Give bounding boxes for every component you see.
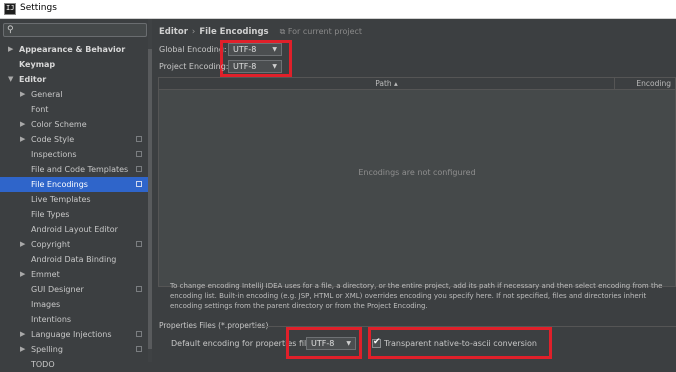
highlight-box [286, 327, 362, 359]
project-encoding-select[interactable]: UTF-8 ▼ [228, 60, 282, 73]
sidebar-item-appearance-behavior[interactable]: ▶ Appearance & Behavior [0, 42, 148, 57]
project-scope-icon [136, 166, 142, 172]
sidebar-item-label: File and Code Templates [31, 165, 129, 174]
chevron-right-icon[interactable]: ▶ [20, 342, 25, 357]
search-input[interactable]: ⚲ [3, 23, 147, 37]
sidebar-item-label: Keymap [19, 60, 56, 69]
sidebar-item-file-types[interactable]: File Types [0, 207, 148, 222]
breadcrumb: Editor › File Encodings ⧉ For current proj… [159, 27, 362, 37]
project-scope-icon [136, 286, 142, 292]
sidebar-item-intentions[interactable]: Intentions [0, 312, 148, 327]
sidebar-item-label: Emmet [31, 270, 60, 279]
project-icon: ⧉ [279, 27, 286, 36]
sidebar-item-label: Code Style [31, 135, 75, 144]
sidebar-item-label: File Encodings [31, 180, 88, 189]
sidebar-item-editor[interactable]: ▼ Editor [0, 72, 148, 87]
sidebar-item-label: General [31, 90, 63, 99]
search-icon: ⚲ [7, 25, 14, 35]
breadcrumb-separator: › [191, 27, 196, 37]
sidebar-item-label: Images [31, 300, 61, 309]
title-bar: IJ Settings [0, 0, 676, 19]
project-scope: ⧉ For current project [280, 27, 362, 36]
sidebar-item-general[interactable]: ▶ General [0, 87, 148, 102]
sidebar-item-android-data-binding[interactable]: Android Data Binding [0, 252, 148, 267]
app-icon: IJ [4, 3, 16, 15]
settings-sidebar: ⚲ ▶ Appearance & Behavior Keymap ▼ Editor ▶ Ge… [0, 19, 151, 369]
chevron-right-icon[interactable]: ▶ [20, 87, 25, 102]
chevron-right-icon[interactable]: ▶ [20, 132, 25, 147]
sidebar-item-label: TODO [31, 360, 55, 369]
chevron-down-icon[interactable]: ▼ [8, 72, 13, 87]
encoding-column-header[interactable]: Encoding [614, 78, 675, 89]
chevron-right-icon[interactable]: ▶ [8, 42, 13, 57]
sidebar-item-label: Language Injections [31, 330, 112, 339]
sidebar-item-code-style[interactable]: ▶ Code Style [0, 132, 148, 147]
sidebar-item-file-and-code-templates[interactable]: File and Code Templates [0, 162, 148, 177]
sidebar-item-label: Font [31, 105, 49, 114]
encoding-info-text: To change encoding IntelliJ IDEA uses fo… [170, 282, 663, 310]
project-scope-label: For current project [287, 27, 363, 36]
sidebar-item-label: GUI Designer [31, 285, 84, 294]
sidebar-item-label: Inspections [31, 150, 77, 159]
sidebar-item-label: Editor [19, 75, 47, 84]
sidebar-item-todo[interactable]: TODO [0, 357, 148, 372]
sidebar-item-keymap[interactable]: Keymap [0, 57, 148, 72]
empty-table-text: Encodings are not configured [358, 168, 476, 177]
path-column-header[interactable]: Path ▴ [159, 78, 614, 89]
project-scope-icon [136, 181, 142, 187]
project-scope-icon [136, 331, 142, 337]
sidebar-item-label: Color Scheme [31, 120, 87, 129]
window-title: Settings [20, 3, 57, 13]
global-encoding-label: Global Encoding: [159, 45, 227, 54]
sidebar-item-label: Live Templates [31, 195, 91, 204]
chevron-down-icon: ▼ [272, 63, 277, 70]
project-encoding-value: UTF-8 [233, 62, 257, 71]
sidebar-item-inspections[interactable]: Inspections [0, 147, 148, 162]
project-scope-icon [136, 241, 142, 247]
chevron-right-icon[interactable]: ▶ [20, 117, 25, 132]
sidebar-item-emmet[interactable]: ▶ Emmet [0, 267, 148, 282]
sidebar-item-label: Android Data Binding [31, 255, 117, 264]
sidebar-item-label: Spelling [31, 345, 63, 354]
chevron-right-icon[interactable]: ▶ [20, 327, 25, 342]
project-encoding-label: Project Encoding: [159, 62, 229, 71]
chevron-right-icon[interactable]: ▶ [20, 267, 25, 282]
chevron-right-icon[interactable]: ▶ [20, 237, 25, 252]
sidebar-item-font[interactable]: Font [0, 102, 148, 117]
breadcrumb-page: File Encodings [199, 27, 269, 37]
breadcrumb-section: Editor [159, 27, 188, 37]
sidebar-item-spelling[interactable]: ▶ Spelling [0, 342, 148, 357]
sidebar-item-label: Intentions [31, 315, 72, 324]
project-scope-icon [136, 151, 142, 157]
sidebar-item-label: Android Layout Editor [31, 225, 118, 234]
highlight-box [368, 327, 552, 359]
sidebar-item-file-encodings[interactable]: File Encodings [0, 177, 148, 192]
encodings-table[interactable]: Path ▴ Encoding Encodings are not config… [158, 77, 676, 287]
sidebar-item-label: Appearance & Behavior [19, 45, 126, 54]
sidebar-item-live-templates[interactable]: Live Templates [0, 192, 148, 207]
main-panel: Editor › File Encodings ⧉ For current proj… [152, 19, 676, 362]
table-header: Path ▴ Encoding [159, 78, 675, 90]
sidebar-item-color-scheme[interactable]: ▶ Color Scheme [0, 117, 148, 132]
sidebar-item-gui-designer[interactable]: GUI Designer [0, 282, 148, 297]
project-scope-icon [136, 346, 142, 352]
project-scope-icon [136, 136, 142, 142]
sidebar-item-android-layout-editor[interactable]: Android Layout Editor [0, 222, 148, 237]
sidebar-item-language-injections[interactable]: ▶ Language Injections [0, 327, 148, 342]
sidebar-item-label: Copyright [31, 240, 71, 249]
sidebar-item-label: File Types [31, 210, 70, 219]
sidebar-item-copyright[interactable]: ▶ Copyright [0, 237, 148, 252]
sidebar-item-images[interactable]: Images [0, 297, 148, 312]
